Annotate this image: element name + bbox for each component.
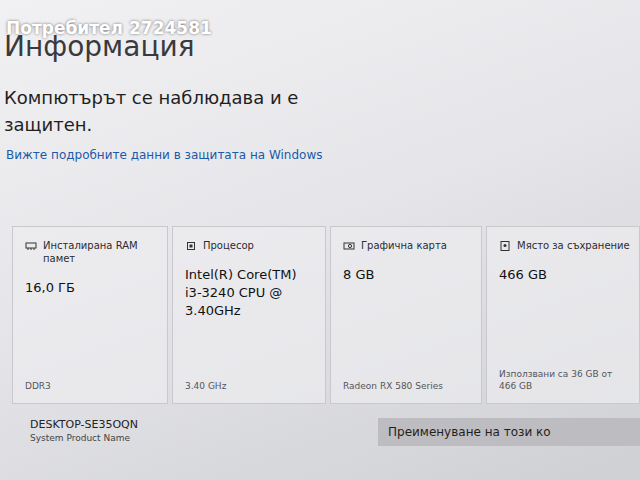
- spec-value: Intel(R) Core(TM) i3-3240 CPU @ 3.40GHz: [185, 266, 317, 321]
- spec-value: 8 GB: [343, 266, 473, 284]
- spec-card: Място за съхранение 466 GB Използвани са…: [486, 226, 640, 404]
- graphics-card-icon: [343, 240, 355, 252]
- spec-label: Графична карта: [361, 239, 447, 252]
- spec-label: Процесор: [203, 239, 254, 252]
- memory-icon: [25, 240, 37, 252]
- spec-label: Инсталирана RAM памет: [43, 239, 159, 265]
- spec-card: Инсталирана RAM памет 16,0 ГБ DDR3: [12, 226, 168, 404]
- spec-value: 466 GB: [499, 266, 631, 284]
- spec-detail: 3.40 GHz: [185, 381, 317, 393]
- security-details-link[interactable]: Вижте подробните данни в защитата на Win…: [6, 148, 640, 162]
- watermark: Потребител 2724581: [6, 18, 212, 38]
- rename-button[interactable]: Преименуване на този ко: [378, 418, 640, 446]
- spec-label: Място за съхранение: [517, 239, 630, 252]
- spec-detail: DDR3: [25, 381, 159, 393]
- settings-page: Потребител 2724581 Информация Компютърът…: [0, 0, 640, 480]
- processor-icon: [185, 240, 197, 252]
- spec-value: 16,0 ГБ: [25, 279, 159, 297]
- device-name: DESKTOP-SE35OQN: [30, 418, 138, 431]
- device-model: System Product Name: [30, 433, 138, 443]
- device-row: DESKTOP-SE35OQN System Product Name Преи…: [0, 418, 640, 446]
- spec-card: Графична карта 8 GB Radeon RX 580 Series: [330, 226, 482, 404]
- spec-detail: Radeon RX 580 Series: [343, 381, 473, 393]
- spec-cards: Инсталирана RAM памет 16,0 ГБ DDR3 Проце…: [0, 226, 640, 404]
- device-info: DESKTOP-SE35OQN System Product Name: [30, 418, 138, 443]
- spec-detail: Използвани са 36 GB от 466 GB: [499, 369, 631, 392]
- spec-card: Процесор Intel(R) Core(TM) i3-3240 CPU @…: [172, 226, 326, 404]
- protection-status: Компютърът се наблюдава и е защитен.: [4, 84, 334, 138]
- drive-icon: [499, 240, 511, 252]
